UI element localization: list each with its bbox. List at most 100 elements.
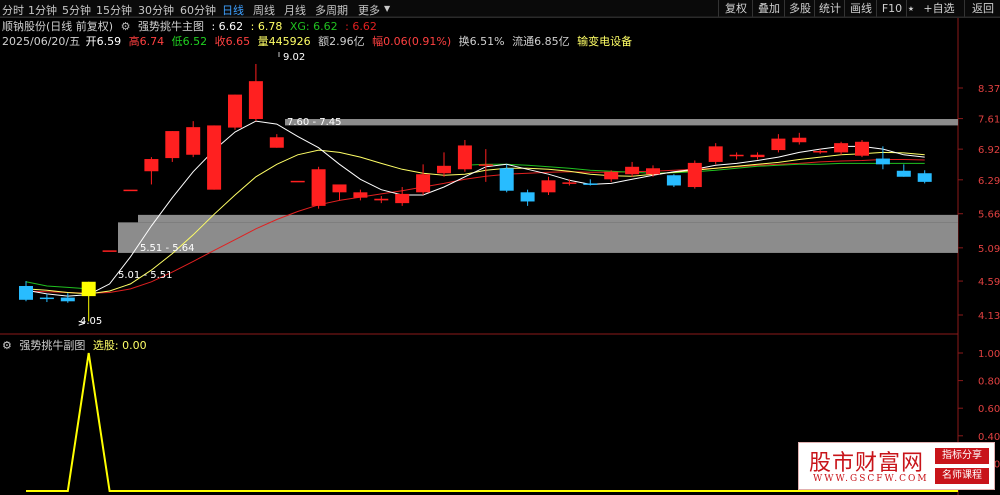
candle xyxy=(687,160,702,189)
candle xyxy=(583,179,598,186)
candle xyxy=(374,196,389,204)
price-tick-label: 6.29 xyxy=(978,176,1000,187)
price-tick-label: 7.61 xyxy=(978,115,1000,126)
subchart-header: ⚙ 强势挑牛副图 选股: 0.00 xyxy=(2,337,151,353)
candle xyxy=(416,164,431,195)
price-tick-label: 5.66 xyxy=(978,210,1000,221)
candle xyxy=(19,281,33,302)
price-tick-label: 8.37 xyxy=(978,84,1000,95)
subchart-gear-icon[interactable]: ⚙ xyxy=(2,339,12,352)
select-value: 选股: 0.00 xyxy=(92,339,147,352)
candle-body xyxy=(583,183,598,185)
candle-body xyxy=(269,137,284,148)
candle-body xyxy=(228,94,242,128)
candle-body xyxy=(896,170,911,177)
candle-body xyxy=(437,165,451,174)
candle-body xyxy=(855,141,869,156)
candle-body xyxy=(374,198,389,201)
candle xyxy=(666,174,681,188)
candle-body xyxy=(102,250,117,252)
watermark-title: 股市财富网 xyxy=(809,451,925,476)
price-tick-label: 6.92 xyxy=(978,145,1000,156)
candle-body xyxy=(395,193,410,204)
candle-body xyxy=(39,297,54,300)
candle-body xyxy=(332,184,347,193)
support-zone-bottom xyxy=(118,222,958,253)
candle-body xyxy=(729,154,744,157)
candle xyxy=(311,166,326,209)
subchart-title[interactable]: 强势挑牛副图 xyxy=(19,339,85,352)
resistance-zone xyxy=(285,119,958,126)
candle-body xyxy=(604,171,619,180)
sub-tick-label: 0.80 xyxy=(978,377,1000,388)
watermark-logo: 股市财富网 WWW.GSCFW.COM 指标分享 名师课程 xyxy=(798,442,995,490)
candle xyxy=(771,134,786,153)
candle xyxy=(60,293,75,303)
sub-tick-label: 0.60 xyxy=(978,404,1000,415)
candle xyxy=(269,134,284,148)
candle xyxy=(165,131,180,162)
candle xyxy=(520,189,535,206)
candle-body xyxy=(144,159,159,172)
candle-body xyxy=(541,180,556,193)
candle xyxy=(729,152,744,160)
candle xyxy=(834,141,849,155)
low-marker-label: 4.05 xyxy=(80,316,102,327)
candle-body xyxy=(123,189,138,192)
candle xyxy=(102,250,117,252)
candle-body xyxy=(311,169,326,206)
price-tick-label: 4.59 xyxy=(978,277,1000,288)
high-marker-label: 9.02 xyxy=(283,52,305,63)
candle xyxy=(437,152,451,177)
candle-body xyxy=(646,168,660,175)
candle xyxy=(917,170,932,184)
candle-body xyxy=(520,192,535,202)
zone-bottom-label: 5.01 - 5.51 xyxy=(118,270,173,281)
candle xyxy=(604,170,619,182)
candle xyxy=(792,132,807,145)
candle-body xyxy=(186,127,201,155)
candle xyxy=(499,164,514,193)
candle-body xyxy=(353,192,368,198)
candle-body xyxy=(708,146,723,162)
candle xyxy=(248,63,263,122)
kline-chart[interactable]: 8.37 7.61 6.92 6.29 5.66 5.09 4.59 4.13 9.02 4.… xyxy=(0,0,1000,495)
candle xyxy=(457,139,472,172)
candle xyxy=(875,146,890,170)
candle-body xyxy=(813,150,828,153)
candle xyxy=(562,179,577,186)
candle-body xyxy=(248,81,263,120)
candle-body xyxy=(290,180,305,183)
candle-body xyxy=(687,162,702,188)
candle-body xyxy=(207,125,222,190)
candle xyxy=(207,125,222,190)
candle xyxy=(896,164,911,177)
candle xyxy=(186,121,201,158)
candle-body xyxy=(165,131,180,159)
candle-body xyxy=(625,166,640,175)
zone-top-label: 7.60 - 7.45 xyxy=(287,117,342,128)
candle-body xyxy=(416,174,431,193)
support-zone-mid xyxy=(138,214,958,223)
candle xyxy=(708,143,723,165)
candle-body xyxy=(666,175,681,186)
watermark-tag-1: 指标分享 xyxy=(935,448,989,464)
candle xyxy=(123,189,138,192)
zone-mid-label: 5.51 - 5.64 xyxy=(140,243,195,254)
price-tick-label: 5.09 xyxy=(978,244,1000,255)
watermark-url: WWW.GSCFW.COM xyxy=(813,474,929,484)
candle-body xyxy=(875,158,890,165)
candle-body xyxy=(81,281,96,297)
candle-body xyxy=(792,137,807,143)
candle-body xyxy=(478,164,493,166)
candle-body xyxy=(771,138,786,151)
candle xyxy=(541,176,556,195)
candle-body xyxy=(750,154,765,158)
candle-body xyxy=(19,286,33,300)
candle xyxy=(144,157,159,185)
sub-tick-label: 1.00 xyxy=(978,349,1000,360)
candle-body xyxy=(562,182,577,184)
candle-body xyxy=(457,145,472,170)
price-tick-label: 4.13 xyxy=(978,311,1000,322)
candle xyxy=(855,139,869,158)
